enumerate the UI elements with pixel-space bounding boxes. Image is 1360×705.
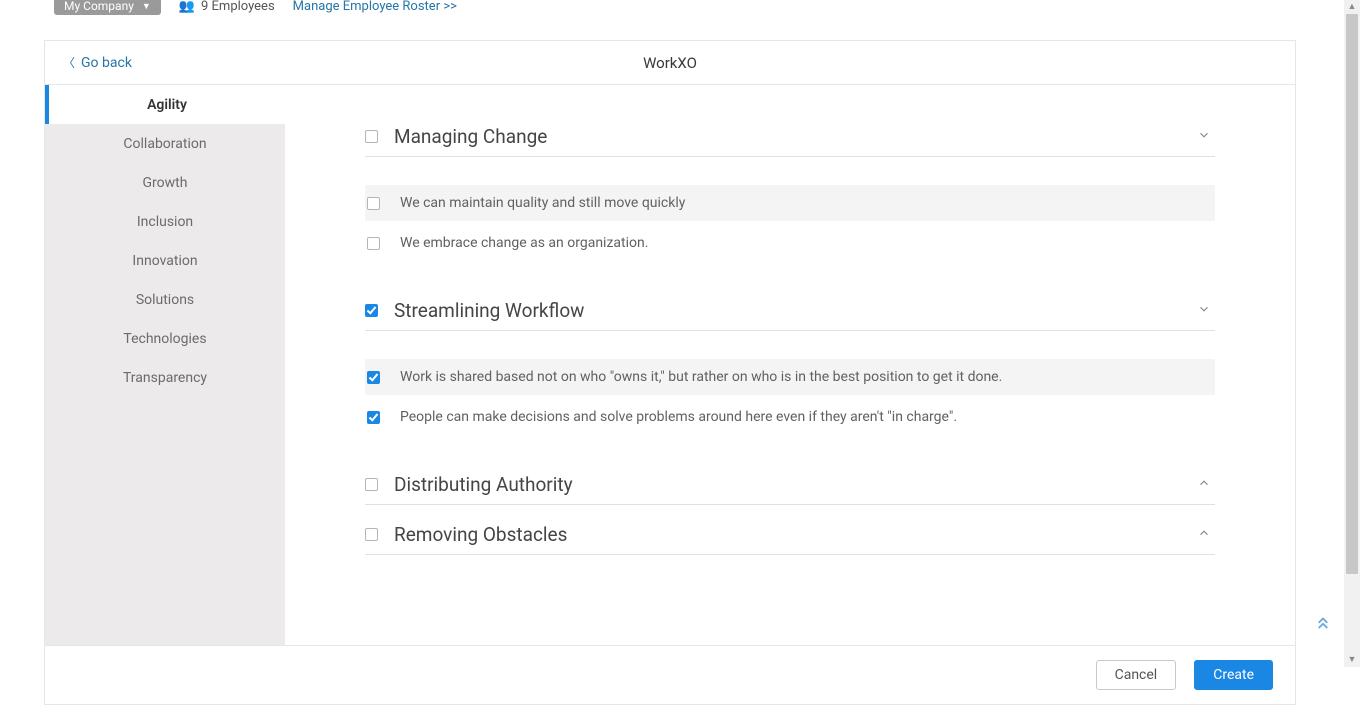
section-items: Work is shared based not on who "owns it… xyxy=(365,359,1215,435)
section-title: Removing Obstacles xyxy=(394,523,1193,546)
section-header: Streamlining Workflow xyxy=(365,299,1215,331)
company-dropdown[interactable]: My Company ▼ xyxy=(54,0,161,15)
chevron-up-icon[interactable] xyxy=(1193,476,1215,494)
employees-text: 9 Employees xyxy=(201,0,275,14)
sidebar-item-growth[interactable]: Growth xyxy=(45,163,285,202)
item-checkbox[interactable] xyxy=(367,197,380,210)
item-checkbox[interactable] xyxy=(367,371,380,384)
item-checkbox[interactable] xyxy=(367,411,380,424)
chevron-up-icon[interactable] xyxy=(1193,526,1215,544)
go-back-button[interactable]: 〈 Go back xyxy=(45,54,132,71)
scroll-down-arrow[interactable]: ▼ xyxy=(1344,653,1360,667)
content-area: Managing Change We can maintain quality a… xyxy=(285,85,1295,645)
item-text: People can make decisions and solve prob… xyxy=(400,405,957,429)
panel-body: AgilityCollaborationGrowthInclusionInnov… xyxy=(45,85,1295,645)
item-row: Work is shared based not on who "owns it… xyxy=(365,359,1215,395)
section: Streamlining Workflow Work is shared base… xyxy=(365,299,1215,435)
chevron-down-icon[interactable] xyxy=(1193,302,1215,320)
category-sidebar: AgilityCollaborationGrowthInclusionInnov… xyxy=(45,85,285,645)
cancel-button[interactable]: Cancel xyxy=(1096,660,1177,690)
top-bar: My Company ▼ 👥 9 Employees Manage Employ… xyxy=(0,0,1340,20)
caret-down-icon: ▼ xyxy=(142,1,151,12)
users-icon: 👥 xyxy=(179,0,195,14)
employees-count: 👥 9 Employees xyxy=(179,0,275,14)
section-checkbox[interactable] xyxy=(365,478,378,491)
sidebar-item-transparency[interactable]: Transparency xyxy=(45,358,285,397)
section-header: Removing Obstacles xyxy=(365,523,1215,555)
section-title: Distributing Authority xyxy=(394,473,1193,496)
section-checkbox[interactable] xyxy=(365,130,378,143)
go-back-label: Go back xyxy=(81,55,132,71)
item-row: We can maintain quality and still move q… xyxy=(365,185,1215,221)
section: Managing Change We can maintain quality a… xyxy=(365,125,1215,261)
item-row: We embrace change as an organization. xyxy=(365,225,1215,261)
section: Removing Obstacles xyxy=(365,523,1215,555)
item-row: People can make decisions and solve prob… xyxy=(365,399,1215,435)
main-panel: 〈 Go back WorkXO AgilityCollaborationGro… xyxy=(44,40,1296,705)
sidebar-item-solutions[interactable]: Solutions xyxy=(45,280,285,319)
section-checkbox[interactable] xyxy=(365,304,378,317)
manage-roster-link[interactable]: Manage Employee Roster >> xyxy=(293,0,457,14)
sidebar-item-collaboration[interactable]: Collaboration xyxy=(45,124,285,163)
panel-title: WorkXO xyxy=(45,54,1295,72)
panel-footer: Cancel Create xyxy=(45,645,1295,704)
chevron-down-icon[interactable] xyxy=(1193,128,1215,146)
sidebar-item-technologies[interactable]: Technologies xyxy=(45,319,285,358)
section-header: Distributing Authority xyxy=(365,473,1215,505)
section-title: Managing Change xyxy=(394,125,1193,148)
section-title: Streamlining Workflow xyxy=(394,299,1193,322)
scroll-thumb[interactable] xyxy=(1346,14,1358,574)
scrollbar[interactable]: ▲ ▼ xyxy=(1344,0,1360,667)
section: Distributing Authority xyxy=(365,473,1215,505)
item-text: Work is shared based not on who "owns it… xyxy=(400,365,1002,389)
sidebar-item-agility[interactable]: Agility xyxy=(45,85,285,124)
item-text: We can maintain quality and still move q… xyxy=(400,191,685,215)
chevron-left-icon: 〈 xyxy=(63,54,75,71)
scroll-top-button[interactable] xyxy=(1314,613,1332,637)
company-label: My Company xyxy=(64,0,134,13)
panel-header: 〈 Go back WorkXO xyxy=(45,41,1295,85)
item-text: We embrace change as an organization. xyxy=(400,231,648,255)
sidebar-item-innovation[interactable]: Innovation xyxy=(45,241,285,280)
section-checkbox[interactable] xyxy=(365,528,378,541)
section-items: We can maintain quality and still move q… xyxy=(365,185,1215,261)
create-button[interactable]: Create xyxy=(1194,660,1273,690)
sidebar-item-inclusion[interactable]: Inclusion xyxy=(45,202,285,241)
item-checkbox[interactable] xyxy=(367,237,380,250)
section-header: Managing Change xyxy=(365,125,1215,157)
scroll-up-arrow[interactable]: ▲ xyxy=(1344,0,1360,14)
